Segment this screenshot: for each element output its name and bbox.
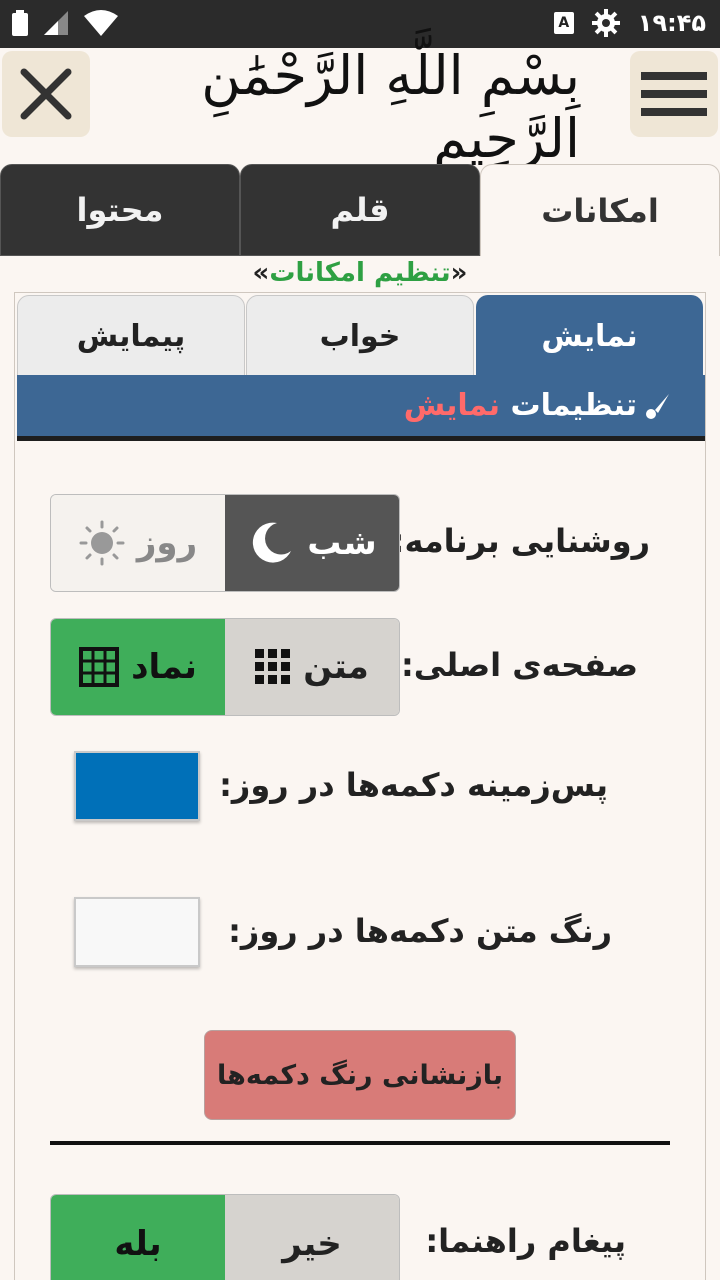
quote-close: » [252, 258, 270, 288]
dots-grid-icon [255, 649, 291, 684]
menu-button[interactable] [630, 51, 718, 137]
button-text-day-label: رنگ متن دکمه‌ها در روز: [228, 912, 612, 950]
reset-button-colors-button[interactable]: بازنشانی رنگ دکمه‌ها [204, 1030, 516, 1120]
symbol-label: نماد [131, 647, 197, 687]
status-bar: A ۱۹:۴۵ [0, 0, 720, 48]
close-icon [20, 68, 72, 120]
home-page-toggle: نماد متن [50, 618, 400, 716]
section-title-text: تنظیم امکانات [269, 258, 451, 288]
guide-yes-option[interactable]: بله [51, 1195, 225, 1280]
display-settings-title: تنظیمات نمایش [404, 388, 637, 423]
home-page-label: صفحه‌ی اصلی: [400, 646, 638, 684]
guide-message-toggle: بله خیر [50, 1194, 400, 1280]
text-label: متن [303, 647, 369, 687]
brightness-night-option[interactable]: شب [225, 495, 399, 591]
app-header: بِسْمِ اللَّهِ الرَّحْمَٰنِ الرَّحِيمِ [0, 44, 720, 170]
guide-message-label: پیغام راهنما: [425, 1222, 626, 1260]
battery-icon [12, 10, 28, 36]
subtab-scroll[interactable]: پیمایش [17, 295, 245, 377]
night-label: شب [307, 523, 377, 563]
main-tabs: محتوا قلم امکانات [0, 164, 720, 256]
button-text-color-swatch[interactable] [74, 897, 200, 967]
yes-label: بله [114, 1224, 162, 1264]
divider [50, 1141, 670, 1145]
cell-signal-icon [44, 11, 68, 35]
brightness-label: روشنایی برنامه: [391, 522, 650, 560]
tab-font[interactable]: قلم [240, 164, 480, 256]
basmala-title: بِسْمِ اللَّهِ الرَّحْمَٰنِ الرَّحِيمِ [201, 44, 580, 170]
brightness-toggle: روز شب [50, 494, 400, 592]
moon-icon [253, 522, 292, 563]
home-text-option[interactable]: متن [225, 619, 399, 715]
hamburger-menu-icon [641, 72, 707, 116]
header-highlight: نمایش [403, 388, 501, 423]
subtab-display[interactable]: نمایش [476, 295, 703, 377]
brightness-day-option[interactable]: روز [51, 495, 225, 591]
button-bg-color-swatch[interactable] [74, 751, 200, 821]
button-bg-day-label: پس‌زمینه دکمه‌ها در روز: [219, 766, 608, 804]
day-label: روز [136, 523, 198, 563]
home-symbol-option[interactable]: نماد [51, 619, 225, 715]
tab-content[interactable]: محتوا [0, 164, 240, 256]
sun-icon [79, 520, 125, 566]
close-button[interactable] [2, 51, 90, 137]
accessibility-badge-icon: A [553, 12, 574, 34]
tab-features[interactable]: امکانات [480, 164, 720, 256]
status-clock: ۱۹:۴۵ [637, 9, 706, 37]
settings-gear-icon [591, 9, 620, 37]
brush-icon [646, 393, 669, 419]
subtab-sleep[interactable]: خواب [246, 295, 474, 377]
grid-table-icon [79, 647, 120, 687]
display-settings-header: تنظیمات نمایش [17, 375, 705, 441]
quote-open: « [450, 258, 468, 288]
wifi-icon [84, 10, 118, 36]
no-label: خیر [282, 1224, 342, 1264]
header-prefix: تنظیمات [500, 388, 637, 423]
guide-no-option[interactable]: خیر [225, 1195, 399, 1280]
section-title: «تنظیم امکانات» [0, 258, 720, 288]
